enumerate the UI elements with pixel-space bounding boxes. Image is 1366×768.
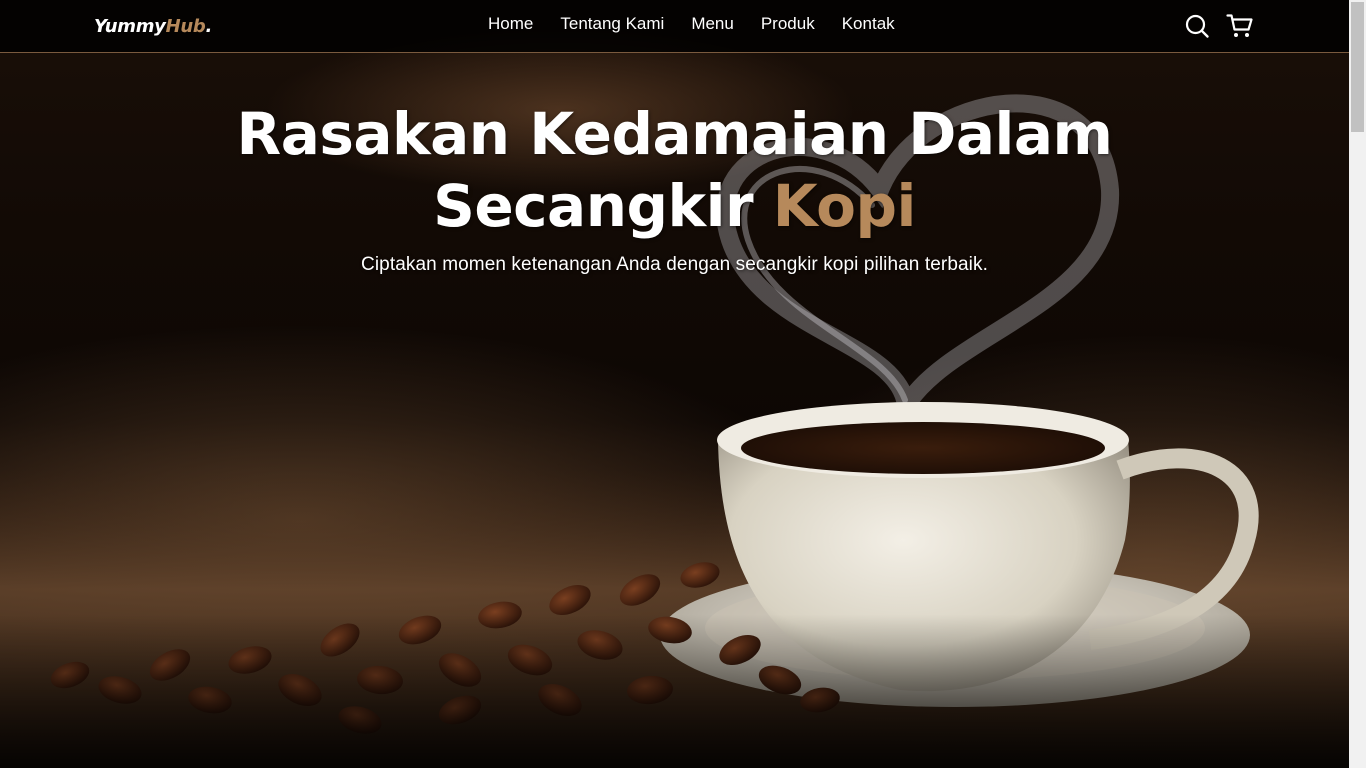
page-scrollbar[interactable] (1349, 0, 1366, 768)
nav-link-menu[interactable]: Menu (691, 14, 734, 34)
scrollbar-thumb[interactable] (1351, 2, 1364, 132)
nav-link-kontak[interactable]: Kontak (842, 14, 895, 34)
navbar: YummyHub. Home Tentang Kami Menu Produk … (0, 0, 1349, 53)
hero-subtitle: Ciptakan momen ketenangan Anda dengan se… (361, 254, 988, 275)
nav-icons (1184, 13, 1253, 39)
brand-name-dot: . (205, 16, 213, 37)
brand-name-main: Yummy (94, 16, 166, 37)
page: YummyHub. Home Tentang Kami Menu Produk … (0, 0, 1366, 768)
hero-title-line1: Rasakan Kedamaian Dalam (236, 100, 1113, 168)
brand-name-accent: Hub (165, 16, 206, 37)
hero-title-line2: Secangkir (433, 172, 773, 240)
hero-title-accent: Kopi (772, 172, 917, 240)
nav-link-tentang-kami[interactable]: Tentang Kami (560, 14, 664, 34)
brand-logo[interactable]: YummyHub. (94, 16, 212, 37)
nav-link-produk[interactable]: Produk (761, 14, 815, 34)
shopping-cart-icon[interactable] (1226, 13, 1253, 39)
nav-links: Home Tentang Kami Menu Produk Kontak (488, 14, 895, 34)
search-icon[interactable] (1184, 13, 1210, 39)
hero-title: Rasakan Kedamaian Dalam Secangkir Kopi (0, 98, 1349, 242)
nav-link-home[interactable]: Home (488, 14, 533, 34)
